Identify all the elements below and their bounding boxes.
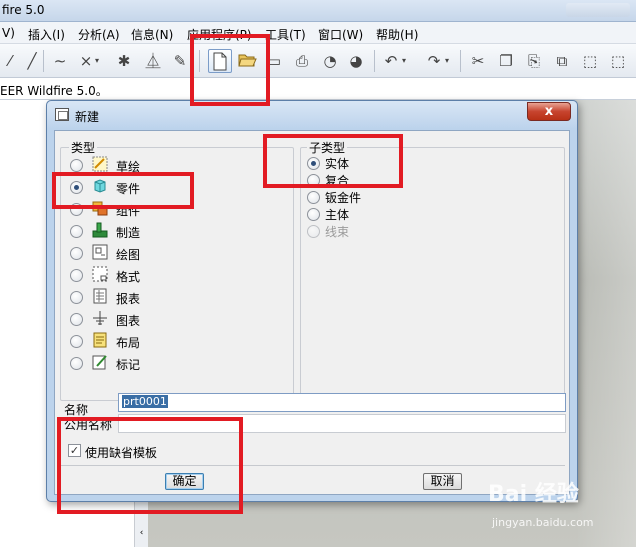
markup-icon [92, 355, 107, 370]
sketch-icon[interactable]: ✎ [170, 51, 190, 71]
paste-special-icon[interactable]: ⧉ [552, 51, 572, 71]
type-label-manufacturing[interactable]: 制造 [116, 224, 140, 241]
menu-info[interactable]: 信息(N) [131, 26, 173, 43]
app-title: fire 5.0 [2, 3, 45, 17]
annotation-box-part [52, 172, 194, 209]
dialog-title: 新建 [75, 110, 100, 124]
more-icon[interactable]: ⬚ [608, 51, 628, 71]
format-icon [92, 266, 108, 282]
chevron-down-icon[interactable]: ▾ [92, 51, 102, 71]
redo-icon[interactable]: ↷ [424, 51, 444, 71]
radio-bulk[interactable] [307, 208, 320, 221]
radio-sheetmetal[interactable] [307, 191, 320, 204]
menu-help[interactable]: 帮助(H) [376, 26, 418, 43]
cut-icon[interactable]: ✂ [468, 51, 488, 71]
toolbar: ⁄ ╱ ∼ × ▾ ✱ ⏅ ✎ ▭ ⎙ ◔ ◕ ↶ ▾ ↷ ▾ ✂ ❐ ⎘ ⧉ … [0, 44, 636, 78]
window-icon [55, 108, 69, 121]
type-label-report[interactable]: 报表 [116, 290, 140, 307]
type-label-drawing[interactable]: 绘图 [116, 246, 140, 263]
type-group-label: 类型 [69, 139, 98, 156]
line-icon[interactable]: ╱ [22, 51, 42, 71]
toolbar-separator [460, 50, 461, 72]
annotation-box-new-button [190, 34, 270, 106]
watermark-url: jingyan.baidu.com [492, 516, 594, 529]
menu-analysis[interactable]: 分析(A) [78, 26, 120, 43]
watermark-logo: Bai 经验 [488, 482, 579, 507]
type-label-format[interactable]: 格式 [116, 268, 140, 285]
radio-manufacturing[interactable] [70, 225, 83, 238]
dialog-title-bar[interactable]: 新建 x [47, 101, 577, 129]
line-icon[interactable]: ⁄ [0, 51, 20, 71]
chevron-down-icon[interactable]: ▾ [399, 51, 409, 71]
menu-tools[interactable]: 工具(T) [265, 26, 306, 43]
undo-icon[interactable]: ↶ [381, 51, 401, 71]
copy-icon[interactable]: ❐ [496, 51, 516, 71]
radio-diagram[interactable] [70, 313, 83, 326]
layout-icon [93, 332, 107, 348]
radio-format[interactable] [70, 269, 83, 282]
annotation-box-subtype [263, 134, 403, 188]
drawing-icon [92, 244, 108, 260]
mail-icon[interactable]: ◔ [320, 51, 340, 71]
cancel-button[interactable]: 取消 [423, 473, 462, 490]
name-input[interactable]: prt0001 [118, 393, 566, 412]
menu-insert[interactable]: 插入(I) [28, 26, 65, 43]
radio-sketch[interactable] [70, 159, 83, 172]
message-text: EER Wildfire 5.0。 [0, 84, 108, 98]
toolbar-separator [374, 50, 375, 72]
radio-harness [307, 225, 320, 238]
menubar: V) 插入(I) 分析(A) 信息(N) 应用程序(P) 工具(T) 窗口(W)… [0, 22, 636, 44]
subtype-label-bulk[interactable]: 主体 [325, 206, 349, 223]
radio-markup[interactable] [70, 357, 83, 370]
radio-layout[interactable] [70, 335, 83, 348]
chevron-down-icon[interactable]: ▾ [442, 51, 452, 71]
axis-icon[interactable]: ✱ [114, 51, 134, 71]
app-title-bar: fire 5.0 [0, 0, 636, 22]
diagram-icon [93, 311, 107, 325]
manufacturing-icon [92, 222, 108, 238]
close-button[interactable]: x [527, 102, 571, 121]
report-icon [93, 288, 107, 304]
menu-window[interactable]: 窗口(W) [318, 26, 363, 43]
message-bar: EER Wildfire 5.0。 [0, 78, 636, 100]
sketch-icon [92, 156, 108, 172]
paste-icon[interactable]: ⎘ [524, 51, 544, 71]
window-controls[interactable] [566, 3, 630, 17]
select-box-icon[interactable]: ⬚ [580, 51, 600, 71]
annotation-box-template [57, 417, 243, 514]
toolbar-separator [43, 50, 44, 72]
menu-view[interactable]: V) [2, 26, 15, 40]
print-icon[interactable]: ⎙ [292, 51, 312, 71]
subtype-label-sheetmetal[interactable]: 钣金件 [325, 189, 361, 206]
type-label-markup[interactable]: 标记 [116, 356, 140, 373]
subtype-label-harness: 线束 [325, 225, 350, 239]
type-label-diagram[interactable]: 图表 [116, 312, 140, 329]
baidu-watermark: Bai 经验 jingyan.baidu.com [480, 472, 632, 538]
radio-report[interactable] [70, 291, 83, 304]
type-label-layout[interactable]: 布局 [116, 334, 140, 351]
curve-icon[interactable]: ∼ [50, 51, 70, 71]
name-input-value: prt0001 [122, 395, 168, 408]
datum-icon[interactable]: ⏅ [143, 51, 163, 71]
radio-drawing[interactable] [70, 247, 83, 260]
mail-icon[interactable]: ◕ [346, 51, 366, 71]
